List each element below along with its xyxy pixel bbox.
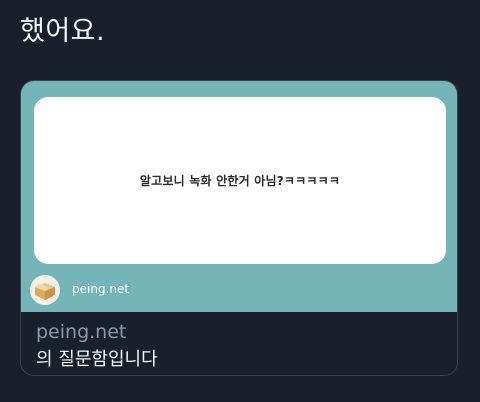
question-text: 알고보니 녹화 안한거 아님?ㅋㅋㅋㅋㅋ [139,174,341,188]
card-title: 의 질문함입니다 [36,349,158,370]
brand-avatar [30,275,60,305]
tweet-text: 했어요. [20,16,106,47]
card-image[interactable]: 알고보니 녹화 안한거 아님?ㅋㅋㅋㅋㅋ peing.net [21,81,457,312]
card-domain: peing.net [36,321,127,343]
cardboard-box-icon [30,275,60,305]
link-preview-card[interactable]: 알고보니 녹화 안한거 아님?ㅋㅋㅋㅋㅋ peing.net peing.net… [20,80,458,376]
brand-name: peing.net [72,282,130,296]
card-footer[interactable]: peing.net 의 질문함입니다 [21,312,457,375]
question-panel: 알고보니 녹화 안한거 아님?ㅋㅋㅋㅋㅋ [34,97,446,264]
